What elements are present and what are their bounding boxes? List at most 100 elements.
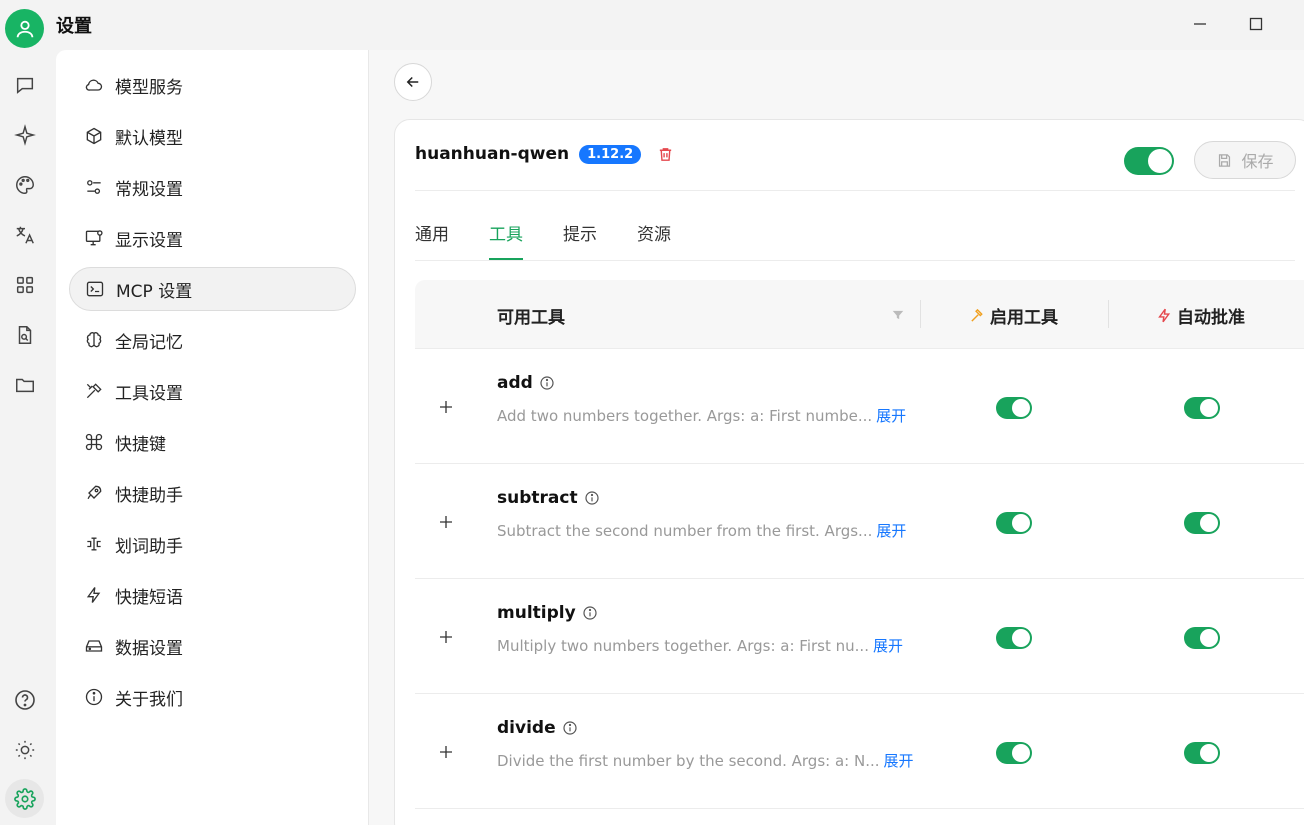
brain-icon <box>83 329 105 351</box>
settings-gear-icon <box>13 787 36 810</box>
theme-sun-icon <box>15 740 35 760</box>
tool-enable-toggle[interactable] <box>996 627 1032 649</box>
maximize-button[interactable] <box>1241 10 1271 38</box>
help-icon <box>15 690 35 710</box>
sidebar-item-model-service[interactable]: 模型服务 <box>69 63 356 107</box>
rail-chat-button[interactable] <box>12 72 38 98</box>
drive-icon <box>83 635 105 657</box>
terminal-icon <box>84 278 106 300</box>
tool-description: Divide the first number by the second. A… <box>497 752 914 770</box>
toggle-switch <box>1184 742 1220 764</box>
sidebar-item-data[interactable]: 数据设置 <box>69 624 356 668</box>
tool-name: add <box>497 373 555 393</box>
expand-row-button[interactable] <box>435 741 457 763</box>
expand-row-button[interactable] <box>435 626 457 648</box>
monitor-icon <box>83 227 105 249</box>
rail-theme-button[interactable] <box>12 737 38 763</box>
expand-row-button[interactable] <box>435 511 457 533</box>
save-icon <box>1219 153 1231 167</box>
tab-bar: 通用 工具 提示 资源 <box>415 220 711 260</box>
minimize-button[interactable] <box>1185 10 1215 38</box>
cloud-icon <box>83 74 105 96</box>
sidebar-item-display[interactable]: 显示设置 <box>69 216 356 260</box>
rail-help-button[interactable] <box>12 687 38 713</box>
sidebar-item-default-model[interactable]: 默认模型 <box>69 114 356 158</box>
table-row: subtract Subtract the second number from… <box>415 464 1304 579</box>
back-button[interactable] <box>394 63 432 101</box>
server-enable-toggle[interactable] <box>1124 147 1174 175</box>
toggle-switch <box>1184 397 1220 419</box>
expand-description-link[interactable]: 展开 <box>876 522 906 540</box>
info-icon[interactable] <box>584 490 600 506</box>
sidebar-item-tools[interactable]: 工具设置 <box>69 369 356 413</box>
arrow-left-icon <box>406 76 419 88</box>
command-icon <box>83 431 105 453</box>
divider <box>415 190 1295 191</box>
tool-name: divide <box>497 718 578 738</box>
expand-description-link[interactable]: 展开 <box>884 752 914 770</box>
main-panel: huanhuan-qwen 1.12.2 保存 通用 工具 提示 资源 可用工具 <box>369 50 1304 825</box>
header-enable-tools: 启用工具 <box>969 303 1058 328</box>
sliders-icon <box>83 176 105 198</box>
rail-files-button[interactable] <box>12 322 38 348</box>
rail-translate-button[interactable] <box>12 222 38 248</box>
tool-auto-approve-toggle[interactable] <box>1184 512 1220 534</box>
sidebar-item-quick-phrases[interactable]: 快捷短语 <box>69 573 356 617</box>
sidebar-item-about[interactable]: 关于我们 <box>69 675 356 719</box>
sidebar-item-mcp[interactable]: MCP 设置 <box>69 267 356 311</box>
info-icon[interactable] <box>539 375 555 391</box>
title-bar: 设置 <box>0 0 1304 50</box>
expand-description-link[interactable]: 展开 <box>876 407 906 425</box>
palette-icon <box>16 176 34 194</box>
rail-paint-button[interactable] <box>12 172 38 198</box>
table-row: multiply Multiply two numbers together. … <box>415 579 1304 694</box>
table-row: add Add two numbers together. Args: a: F… <box>415 349 1304 464</box>
sidebar-item-general[interactable]: 常规设置 <box>69 165 356 209</box>
tool-enable-toggle[interactable] <box>996 512 1032 534</box>
folder-icon <box>16 378 34 393</box>
tool-auto-approve-toggle[interactable] <box>1184 627 1220 649</box>
sidebar-item-selection-assistant[interactable]: 划词助手 <box>69 522 356 566</box>
hammer-icon <box>971 308 983 322</box>
rail-settings-button[interactable] <box>5 779 44 818</box>
user-avatar[interactable] <box>5 9 44 48</box>
tool-enable-toggle[interactable] <box>996 397 1032 419</box>
tab-resources[interactable]: 资源 <box>637 220 671 260</box>
tool-auto-approve-toggle[interactable] <box>1184 397 1220 419</box>
maximize-icon <box>1249 17 1263 31</box>
rail-agents-button[interactable] <box>12 122 38 148</box>
plus-icon <box>440 516 452 528</box>
tab-prompts[interactable]: 提示 <box>563 220 597 260</box>
toggle-switch <box>996 627 1032 649</box>
info-icon[interactable] <box>582 605 598 621</box>
save-label: 保存 <box>1241 152 1274 171</box>
expand-row-button[interactable] <box>435 396 457 418</box>
toggle-switch <box>1124 147 1174 175</box>
divider <box>415 260 1295 261</box>
table-header: 可用工具 启用工具 自动批准 <box>415 280 1304 349</box>
expand-description-link[interactable]: 展开 <box>873 637 903 655</box>
toggle-switch <box>996 397 1032 419</box>
tab-general[interactable]: 通用 <box>415 220 449 260</box>
tool-auto-approve-toggle[interactable] <box>1184 742 1220 764</box>
sidebar-item-quick-assistant[interactable]: 快捷助手 <box>69 471 356 515</box>
info-icon[interactable] <box>562 720 578 736</box>
tool-name: subtract <box>497 488 600 508</box>
tab-tools[interactable]: 工具 <box>489 220 523 260</box>
user-icon <box>16 20 33 37</box>
rail-folder-button[interactable] <box>12 372 38 398</box>
header-available-tools: 可用工具 <box>497 308 565 328</box>
app-title: 设置 <box>56 16 92 37</box>
tool-enable-toggle[interactable] <box>996 742 1032 764</box>
toggle-switch <box>996 742 1032 764</box>
filter-button[interactable] <box>891 307 905 326</box>
plus-icon <box>440 746 452 758</box>
icon-rail <box>0 50 56 825</box>
tools-table: 可用工具 启用工具 自动批准 add Add two numbers toget… <box>415 280 1304 809</box>
settings-sidebar: 模型服务 默认模型 常规设置 显示设置 MCP 设置 全局记忆 工具设置 快捷键… <box>56 50 369 825</box>
sidebar-item-shortcuts[interactable]: 快捷键 <box>69 420 356 464</box>
rail-apps-button[interactable] <box>12 272 38 298</box>
save-button[interactable]: 保存 <box>1194 141 1296 179</box>
sidebar-item-memory[interactable]: 全局记忆 <box>69 318 356 362</box>
delete-server-button[interactable] <box>657 146 674 163</box>
